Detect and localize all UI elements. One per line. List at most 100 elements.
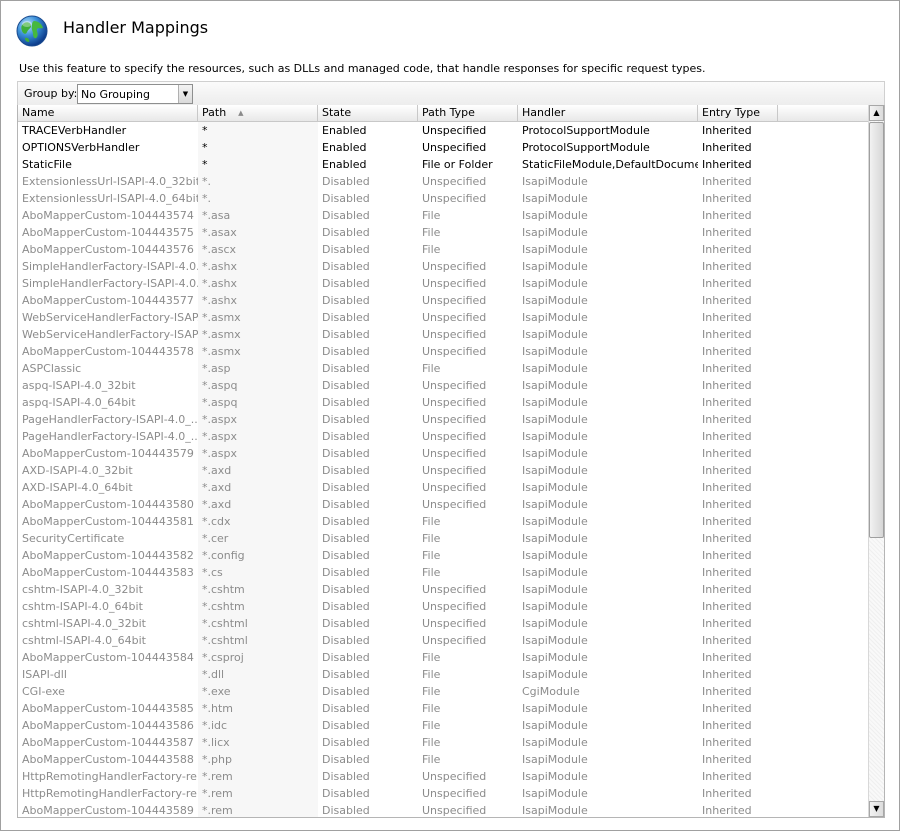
cell-path: *.idc (198, 717, 318, 734)
cell-entry-type: Inherited (702, 396, 752, 409)
table-row[interactable]: AboMapperCustom-104443589 *.rem Disabled Un… (18, 802, 868, 817)
cell-name: SecurityCertificate (22, 532, 125, 545)
table-row[interactable]: SimpleHandlerFactory-ISAPI-4.0... *.ashx D… (18, 258, 868, 275)
cell-handler: IsapiModule (522, 447, 588, 460)
table-row[interactable]: WebServiceHandlerFactory-ISAP... *.asmx Di… (18, 309, 868, 326)
cell-entry-type: Inherited (702, 311, 752, 324)
table-row[interactable]: ExtensionlessUrl-ISAPI-4.0_32bit *. Disabl… (18, 173, 868, 190)
cell-entry-type: Inherited (702, 141, 752, 154)
cell-handler: IsapiModule (522, 668, 588, 681)
table-row[interactable]: ISAPI-dll *.dll Disabled File IsapiModule Inh… (18, 666, 868, 683)
table-row[interactable]: AboMapperCustom-104443577 *.ashx Disabled U… (18, 292, 868, 309)
table-row[interactable]: AboMapperCustom-104443579 *.aspx Disabled U… (18, 445, 868, 462)
table-row[interactable]: AXD-ISAPI-4.0_32bit *.axd Disabled Unspecif… (18, 462, 868, 479)
cell-handler: IsapiModule (522, 226, 588, 239)
cell-path-type: Unspecified (422, 583, 487, 596)
chevron-down-icon[interactable]: ▼ (178, 85, 192, 103)
table-row[interactable]: aspq-ISAPI-4.0_64bit *.aspq Disabled Unspec… (18, 394, 868, 411)
cell-handler: StaticFileModule,DefaultDocume... (522, 158, 698, 171)
table-row[interactable]: cshtml-ISAPI-4.0_64bit *.cshtml Disabled Un… (18, 632, 868, 649)
table-row[interactable]: AboMapperCustom-104443576 *.ascx Disabled F… (18, 241, 868, 258)
cell-state: Disabled (322, 430, 370, 443)
cell-entry-type: Inherited (702, 124, 752, 137)
scroll-up-button[interactable]: ▲ (869, 105, 884, 121)
table-row[interactable]: AboMapperCustom-104443588 *.php Disabled Fi… (18, 751, 868, 768)
cell-handler: IsapiModule (522, 719, 588, 732)
cell-path: *.rem (198, 802, 318, 817)
table-row[interactable]: AboMapperCustom-104443574 *.asa Disabled Fi… (18, 207, 868, 224)
column-header-path-type[interactable]: Path Type (418, 105, 518, 121)
cell-path: *. (198, 173, 318, 190)
cell-entry-type: Inherited (702, 753, 752, 766)
table-row[interactable]: cshtml-ISAPI-4.0_32bit *.cshtml Disabled Un… (18, 615, 868, 632)
cell-state: Disabled (322, 566, 370, 579)
cell-name: AboMapperCustom-104443577 (22, 294, 194, 307)
cell-handler: IsapiModule (522, 702, 588, 715)
table-row[interactable]: AboMapperCustom-104443587 *.licx Disabled F… (18, 734, 868, 751)
cell-name: TRACEVerbHandler (22, 124, 127, 137)
cell-path: *.cshtm (198, 581, 318, 598)
table-row[interactable]: AboMapperCustom-104443582 *.config Disable… (18, 547, 868, 564)
vertical-scrollbar[interactable]: ▲ ▼ (868, 105, 884, 817)
cell-path-type: Unspecified (422, 277, 487, 290)
column-header-state[interactable]: State (318, 105, 418, 121)
table-row[interactable]: StaticFile * Enabled File or Folder StaticFi… (18, 156, 868, 173)
table-row[interactable]: TRACEVerbHandler * Enabled Unspecified Proto… (18, 122, 868, 139)
cell-state: Disabled (322, 311, 370, 324)
cell-entry-type: Inherited (702, 617, 752, 630)
table-row[interactable]: AboMapperCustom-104443584 *.csproj Disable… (18, 649, 868, 666)
table-row[interactable]: AboMapperCustom-104443583 *.cs Disabled Fil… (18, 564, 868, 581)
table-row[interactable]: AboMapperCustom-104443585 *.htm Disabled Fi… (18, 700, 868, 717)
cell-handler: IsapiModule (522, 328, 588, 341)
table-row[interactable]: AboMapperCustom-104443580 *.axd Disabled Un… (18, 496, 868, 513)
cell-entry-type: Inherited (702, 583, 752, 596)
scroll-down-button[interactable]: ▼ (869, 801, 884, 817)
cell-name: SimpleHandlerFactory-ISAPI-4.0... (22, 277, 198, 290)
cell-path: *.aspx (198, 411, 318, 428)
table-row[interactable]: SimpleHandlerFactory-ISAPI-4.0... *.ashx D… (18, 275, 868, 292)
column-header-name[interactable]: Name (18, 105, 198, 121)
cell-name: AboMapperCustom-104443579 (22, 447, 194, 460)
table-row[interactable]: AboMapperCustom-104443581 *.cdx Disabled Fi… (18, 513, 868, 530)
table-row[interactable]: OPTIONSVerbHandler * Enabled Unspecified Pro… (18, 139, 868, 156)
cell-path-type: File (422, 719, 441, 732)
cell-entry-type: Inherited (702, 379, 752, 392)
cell-path-type: File (422, 515, 441, 528)
table-row[interactable]: CGI-exe *.exe Disabled File CgiModule Inherit… (18, 683, 868, 700)
cell-state: Disabled (322, 464, 370, 477)
table-row[interactable]: ASPClassic *.asp Disabled File IsapiModule In… (18, 360, 868, 377)
cell-entry-type: Inherited (702, 464, 752, 477)
column-header-handler[interactable]: Handler (518, 105, 698, 121)
group-by-select[interactable]: No Grouping ▼ (77, 84, 193, 104)
cell-handler: IsapiModule (522, 634, 588, 647)
feature-description: Use this feature to specify the resource… (19, 62, 706, 75)
table-row[interactable]: cshtm-ISAPI-4.0_32bit *.cshtm Disabled Unsp… (18, 581, 868, 598)
cell-name: AboMapperCustom-104443589 (22, 804, 194, 817)
table-row[interactable]: SecurityCertificate *.cer Disabled File Isap… (18, 530, 868, 547)
table-row[interactable]: AboMapperCustom-104443586 *.idc Disabled Fi… (18, 717, 868, 734)
cell-path-type: Unspecified (422, 328, 487, 341)
cell-path-type: Unspecified (422, 481, 487, 494)
table-row[interactable]: WebServiceHandlerFactory-ISAP... *.asmx Di… (18, 326, 868, 343)
table-row[interactable]: ExtensionlessUrl-ISAPI-4.0_64bit *. Disabl… (18, 190, 868, 207)
table-row[interactable]: AboMapperCustom-104443578 *.asmx Disabled U… (18, 343, 868, 360)
cell-path: *.cs (198, 564, 318, 581)
table-row[interactable]: PageHandlerFactory-ISAPI-4.0_... *.aspx Di… (18, 411, 868, 428)
table-row[interactable]: HttpRemotingHandlerFactory-re... *.rem Dis… (18, 785, 868, 802)
cell-handler: IsapiModule (522, 345, 588, 358)
table-row[interactable]: aspq-ISAPI-4.0_32bit *.aspq Disabled Unspec… (18, 377, 868, 394)
scroll-thumb[interactable] (869, 122, 884, 538)
table-row[interactable]: AXD-ISAPI-4.0_64bit *.axd Disabled Unspecif… (18, 479, 868, 496)
cell-entry-type: Inherited (702, 702, 752, 715)
table-row[interactable]: cshtm-ISAPI-4.0_64bit *.cshtm Disabled Unsp… (18, 598, 868, 615)
table-row[interactable]: PageHandlerFactory-ISAPI-4.0_... *.aspx Di… (18, 428, 868, 445)
column-header-entry-type[interactable]: Entry Type (698, 105, 778, 121)
cell-name: aspq-ISAPI-4.0_32bit (22, 379, 136, 392)
handler-mappings-list[interactable]: Name Path ▲ State Path Type Handler Entry… (17, 105, 885, 818)
arrow-down-icon: ▼ (873, 804, 880, 813)
table-row[interactable]: AboMapperCustom-104443575 *.asax Disabled F… (18, 224, 868, 241)
column-header-path[interactable]: Path ▲ (198, 105, 318, 121)
cell-handler: IsapiModule (522, 464, 588, 477)
cell-name: PageHandlerFactory-ISAPI-4.0_... (22, 413, 198, 426)
table-row[interactable]: HttpRemotingHandlerFactory-re... *.rem Dis… (18, 768, 868, 785)
